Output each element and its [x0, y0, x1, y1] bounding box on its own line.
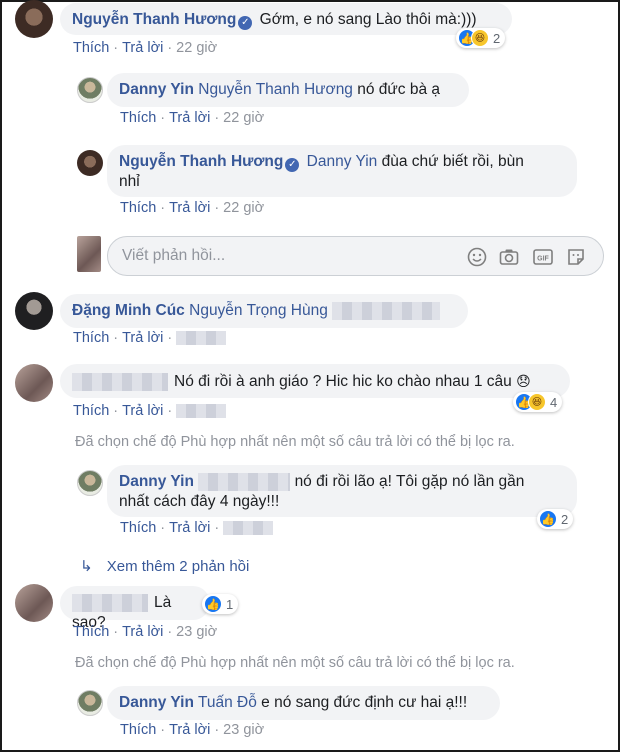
- commenter-name[interactable]: Nguyễn Thanh Hương: [72, 11, 236, 28]
- comment-bubble: Danny Yin nó đi rồi lão ạ! Tôi gặp nó lầ…: [107, 465, 577, 517]
- comment-text: Nó đi rồi à anh giáo ? Hic hic ko chào n…: [174, 373, 512, 390]
- like-link[interactable]: Thích: [120, 110, 156, 126]
- redacted-text: [332, 301, 441, 320]
- tagged-user[interactable]: Nguyễn Trọng Hùng: [189, 302, 328, 319]
- comment-actions: Thích · Trả lời ·: [73, 330, 227, 346]
- like-link[interactable]: Thích: [73, 403, 109, 419]
- gif-icon[interactable]: GIF: [532, 246, 554, 268]
- avatar[interactable]: [77, 150, 103, 176]
- haha-reaction-icon: 😆: [528, 393, 546, 411]
- tagged-user[interactable]: Danny Yin: [307, 153, 378, 170]
- reply-composer: GIF: [107, 236, 604, 276]
- verified-badge-icon: ✓: [238, 16, 253, 30]
- commenter-name[interactable]: Nguyễn Thanh Hương: [119, 153, 283, 170]
- comment-bubble: Nguyễn Thanh Hương ✓ Danny Yin đùa chứ bi…: [107, 145, 577, 197]
- comment-bubble: Đặng Minh Cúc Nguyễn Trọng Hùng: [60, 294, 468, 328]
- filter-notice: Đã chọn chế độ Phù hợp nhất nên một số c…: [75, 655, 515, 671]
- reaction-count: 2: [493, 30, 501, 46]
- reaction-count: 2: [561, 511, 569, 527]
- like-link[interactable]: Thích: [120, 200, 156, 216]
- redacted-timestamp: [223, 521, 274, 536]
- comment-text: Gớm, e nó sang Lào thôi mà:))): [259, 11, 477, 28]
- avatar[interactable]: [77, 470, 103, 496]
- like-link[interactable]: Thích: [120, 722, 156, 738]
- commenter-name[interactable]: Đặng Minh Cúc: [72, 302, 185, 319]
- redacted-tag: [198, 472, 291, 491]
- timestamp[interactable]: 22 giờ: [176, 40, 217, 56]
- avatar[interactable]: [15, 292, 53, 330]
- comment-bubble: Danny Yin Tuấn Đỗ e nó sang đức định cư …: [107, 686, 500, 720]
- timestamp[interactable]: 23 giờ: [223, 722, 264, 738]
- comment-text: nó đức bà ạ: [357, 81, 441, 98]
- camera-icon[interactable]: [498, 246, 520, 268]
- comment-actions: Thích · Trả lời · 22 giờ: [120, 110, 265, 126]
- commenter-name[interactable]: Danny Yin: [119, 694, 194, 711]
- redacted-timestamp: [176, 404, 227, 419]
- verified-badge-icon: ✓: [285, 158, 300, 172]
- comment-bubble: Nguyễn Thanh Hương ✓ Gớm, e nó sang Lào t…: [60, 3, 512, 35]
- smiley-icon[interactable]: [466, 246, 488, 268]
- reply-input[interactable]: [122, 245, 452, 267]
- view-more-label[interactable]: Xem thêm 2 phản hồi: [107, 558, 250, 575]
- reaction-summary[interactable]: 👍 😆 4: [513, 392, 563, 412]
- like-reaction-icon: 👍: [539, 510, 557, 528]
- comment-actions: Thích · Trả lời ·: [73, 403, 227, 419]
- timestamp[interactable]: 22 giờ: [223, 200, 264, 216]
- like-link[interactable]: Thích: [73, 40, 109, 56]
- filter-notice: Đã chọn chế độ Phù hợp nhất nên một số c…: [75, 434, 515, 450]
- avatar[interactable]: [15, 0, 53, 38]
- comment-bubble: Danny Yin Nguyễn Thanh Hương nó đức bà ạ: [107, 73, 469, 107]
- redacted-timestamp: [176, 331, 227, 346]
- commenter-name[interactable]: Danny Yin: [119, 473, 194, 490]
- avatar[interactable]: [15, 584, 53, 622]
- reply-link[interactable]: Trả lời: [122, 624, 163, 640]
- reply-link[interactable]: Trả lời: [169, 110, 210, 126]
- current-user-avatar: [77, 236, 101, 272]
- like-reaction-icon: 👍: [204, 595, 222, 613]
- reply-arrow-icon: ↳: [80, 558, 93, 575]
- comment-actions: Thích · Trả lời · 22 giờ: [73, 40, 218, 56]
- avatar[interactable]: [15, 364, 53, 402]
- comment-actions: Thích · Trả lời · 23 giờ: [73, 624, 218, 640]
- reply-link[interactable]: Trả lời: [169, 520, 210, 536]
- comment-text-line2: nhỉ: [119, 173, 140, 190]
- comment-actions: Thích · Trả lời ·: [120, 520, 274, 536]
- comment-actions: Thích · Trả lời · 23 giờ: [120, 722, 265, 738]
- sticker-icon[interactable]: [565, 246, 587, 268]
- like-link[interactable]: Thích: [73, 624, 109, 640]
- timestamp[interactable]: 22 giờ: [223, 110, 264, 126]
- timestamp[interactable]: 23 giờ: [176, 624, 217, 640]
- reaction-count: 4: [550, 394, 558, 410]
- commenter-name[interactable]: Danny Yin: [119, 81, 194, 98]
- view-more-replies[interactable]: ↳ Xem thêm 2 phản hồi: [80, 557, 249, 575]
- svg-text:GIF: GIF: [537, 256, 549, 263]
- disappointed-emoji-icon: 😞: [516, 373, 531, 389]
- haha-reaction-icon: 😆: [471, 29, 489, 47]
- reply-link[interactable]: Trả lời: [169, 200, 210, 216]
- comment-bubble: Là sao?: [60, 586, 210, 631]
- reply-link[interactable]: Trả lời: [122, 403, 163, 419]
- comment-text: đùa chứ biết rồi, bùn: [381, 153, 524, 170]
- comment-text: e nó sang đức định cư hai ạ!!!: [261, 694, 468, 711]
- like-link[interactable]: Thích: [120, 520, 156, 536]
- reply-link[interactable]: Trả lời: [122, 330, 163, 346]
- reply-link[interactable]: Trả lời: [169, 722, 210, 738]
- comment-text-line2: nhất cách đây 4 ngày!!!: [119, 493, 280, 510]
- reply-link[interactable]: Trả lời: [122, 40, 163, 56]
- comment-bubble: Nó đi rồi à anh giáo ? Hic hic ko chào n…: [60, 364, 570, 398]
- avatar[interactable]: [77, 690, 103, 716]
- avatar[interactable]: [77, 77, 103, 103]
- reaction-summary[interactable]: 👍 1: [202, 594, 239, 614]
- tagged-user[interactable]: Nguyễn Thanh Hương: [198, 81, 353, 98]
- comment-text: nó đi rồi lão ạ! Tôi gặp nó lần gần: [294, 473, 525, 490]
- redacted-name: [72, 593, 148, 612]
- reaction-summary[interactable]: 👍 2: [537, 509, 574, 529]
- reaction-summary[interactable]: 👍 😆 2: [456, 28, 506, 48]
- comment-actions: Thích · Trả lời · 22 giờ: [120, 200, 265, 216]
- reaction-count: 1: [226, 596, 234, 612]
- redacted-name: [72, 372, 168, 391]
- like-link[interactable]: Thích: [73, 330, 109, 346]
- tagged-user[interactable]: Tuấn Đỗ: [198, 694, 257, 711]
